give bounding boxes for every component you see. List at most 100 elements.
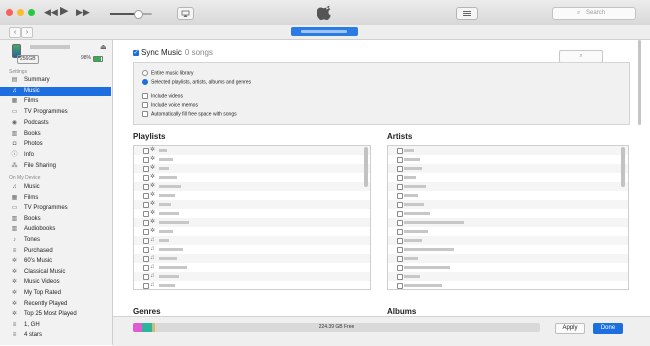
playlist-row[interactable]: ✲ (134, 200, 370, 209)
playlists-scrollbar[interactable] (364, 147, 368, 187)
minimize-window-button[interactable] (17, 9, 24, 16)
artist-row[interactable] (388, 182, 628, 191)
playlists-list[interactable]: ♫ ♫ ♫ ♫ ♫ ♫ ✲ ✲ ✲ ✲ ✲ ✲ ✲ ✲ ✲ ✲ (133, 145, 371, 290)
sidebar-item-podcasts[interactable]: ◉ Podcasts (0, 119, 111, 128)
checkbox-square[interactable] (397, 265, 403, 271)
playlist-row[interactable]: ♫ (134, 272, 370, 281)
device-item-audiobooks[interactable]: ▥ Audiobooks (0, 225, 111, 234)
sidebar-item-photos[interactable]: ◘ Photos (0, 140, 111, 149)
sidebar-item-file-sharing[interactable]: ⁂ File Sharing (0, 162, 111, 171)
artist-row[interactable] (388, 272, 628, 281)
artist-row[interactable] (388, 146, 628, 155)
playlist-row[interactable]: ♫ (134, 236, 370, 245)
rewind-icon[interactable]: ◀◀ (44, 8, 58, 17)
include-videos-checkbox[interactable]: Include videos (142, 93, 183, 99)
artists-list[interactable] (387, 145, 629, 290)
sidebar-item-tv-programmes[interactable]: ▭ TV Programmes (0, 108, 111, 117)
artist-row[interactable] (388, 191, 628, 200)
checkbox-square[interactable] (143, 166, 149, 172)
playlist-row[interactable]: ✲ (134, 155, 370, 164)
sidebar-item-books[interactable]: ▥ Books (0, 130, 111, 139)
sidebar-item-music[interactable]: ♫ Music (0, 86, 111, 96)
artist-row[interactable] (388, 200, 628, 209)
checkbox-square[interactable] (143, 175, 149, 181)
checkbox-square[interactable] (143, 229, 149, 235)
artists-scrollbar[interactable] (621, 147, 625, 187)
checkbox-square[interactable] (397, 175, 403, 181)
artist-row[interactable] (388, 218, 628, 227)
artist-row[interactable] (388, 281, 628, 289)
search-field[interactable]: ⌕ Search (552, 7, 636, 20)
checkbox-square[interactable] (397, 184, 403, 190)
device-item-top-25-most-played[interactable]: ✲ Top 25 Most Played (0, 310, 111, 319)
device-item-films[interactable]: ▦ Films (0, 194, 111, 203)
checkbox-square[interactable] (143, 202, 149, 208)
checkbox-square[interactable] (143, 184, 149, 190)
back-button[interactable]: ‹ (9, 27, 21, 38)
checkbox-square[interactable] (143, 193, 149, 199)
checkbox-square[interactable] (397, 283, 403, 289)
checkbox-square[interactable] (397, 256, 403, 262)
volume-slider-knob[interactable] (134, 10, 143, 19)
sync-music-checkbox[interactable]: ✓ Sync Music 0 songs (133, 48, 213, 57)
checkbox-square[interactable] (143, 238, 149, 244)
checkbox-square[interactable] (397, 229, 403, 235)
device-item-1-gh[interactable]: ≡ 1, GH (0, 321, 111, 330)
device-item-60-s-music[interactable]: ✲ 60's Music (0, 257, 111, 266)
checkbox-square[interactable] (143, 148, 149, 154)
playlist-row[interactable]: ✲ (134, 146, 370, 155)
checkbox-square[interactable] (397, 202, 403, 208)
playlist-row[interactable]: ♫ (134, 281, 370, 289)
zoom-window-button[interactable] (28, 9, 35, 16)
checkbox-square[interactable] (397, 274, 403, 280)
airplay-button[interactable] (177, 7, 194, 20)
checkbox-square[interactable] (143, 220, 149, 226)
device-item-my-top-rated[interactable]: ✲ My Top Rated (0, 289, 111, 298)
artist-row[interactable] (388, 227, 628, 236)
checkbox-square[interactable] (143, 157, 149, 163)
checkbox-square[interactable] (397, 157, 403, 163)
playlist-row[interactable]: ♫ (134, 254, 370, 263)
checkbox-square[interactable] (143, 265, 149, 271)
playlist-row[interactable]: ✲ (134, 191, 370, 200)
playlist-row[interactable]: ✲ (134, 227, 370, 236)
device-item-music-videos[interactable]: ✲ Music Videos (0, 278, 111, 287)
checkbox-square[interactable] (397, 220, 403, 226)
sidebar-item-summary[interactable]: ▤ Summary (0, 76, 111, 85)
play-icon[interactable]: ▶ (60, 6, 68, 17)
fast-forward-icon[interactable]: ▶▶ (76, 8, 90, 17)
checkbox-square[interactable] (397, 166, 403, 172)
eject-icon[interactable]: ⏏ (100, 43, 107, 51)
device-item-classical-music[interactable]: ✲ Classical Music (0, 268, 111, 277)
up-next-button[interactable] (456, 7, 478, 20)
sidebar-item-films[interactable]: ▦ Films (0, 97, 111, 106)
playlist-row[interactable]: ✲ (134, 173, 370, 182)
playlist-row[interactable]: ✲ (134, 209, 370, 218)
checkbox-square[interactable] (397, 211, 403, 217)
artist-row[interactable] (388, 245, 628, 254)
device-item-4-stars[interactable]: ≡ 4 stars (0, 331, 111, 340)
checkbox-square[interactable] (143, 283, 149, 289)
device-item-tv-programmes[interactable]: ▭ TV Programmes (0, 204, 111, 213)
done-button[interactable]: Done (593, 323, 623, 334)
artist-row[interactable] (388, 236, 628, 245)
forward-button[interactable]: › (21, 27, 33, 38)
checkbox-square[interactable] (397, 247, 403, 253)
playlist-row[interactable]: ✲ (134, 182, 370, 191)
checkbox-square[interactable] (143, 211, 149, 217)
apply-button[interactable]: Apply (555, 323, 585, 334)
artist-row[interactable] (388, 155, 628, 164)
playlist-row[interactable]: ♫ (134, 263, 370, 272)
device-item-recently-played[interactable]: ✲ Recently Played (0, 300, 111, 309)
checkbox-square[interactable] (397, 238, 403, 244)
fill-free-space-checkbox[interactable]: Automatically fill free space with songs (142, 111, 237, 117)
checkbox-square[interactable] (143, 274, 149, 280)
device-button[interactable] (291, 27, 358, 36)
checkbox-square[interactable] (397, 148, 403, 154)
entire-library-radio[interactable]: Entire music library (142, 70, 194, 76)
checkbox-square[interactable] (143, 247, 149, 253)
artist-row[interactable] (388, 164, 628, 173)
artist-row[interactable] (388, 263, 628, 272)
artist-row[interactable] (388, 173, 628, 182)
close-window-button[interactable] (6, 9, 13, 16)
